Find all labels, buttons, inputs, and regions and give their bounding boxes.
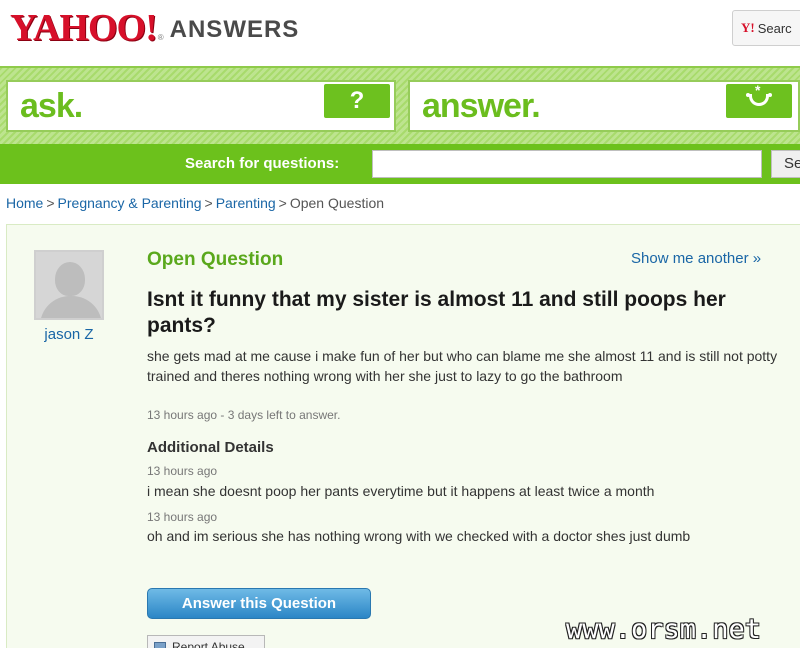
- search-label: Search for questions:: [185, 155, 340, 172]
- asker-name-link[interactable]: jason Z: [34, 326, 104, 343]
- breadcrumb-separator: >: [46, 195, 55, 211]
- avatar-head-silhouette: [55, 262, 85, 296]
- report-abuse-button[interactable]: Report Abuse: [147, 635, 265, 648]
- question-status: Open Question: [147, 249, 284, 270]
- detail-text: i mean she doesnt poop her pants everyti…: [147, 483, 655, 499]
- answers-product-name: ANSWERS: [169, 16, 300, 43]
- flag-icon: [154, 642, 166, 648]
- avatar-body-silhouette: [40, 296, 102, 318]
- answer-label: answer.: [422, 87, 541, 125]
- avatar[interactable]: [34, 250, 104, 320]
- detail-timestamp: 13 hours ago: [147, 510, 218, 524]
- smiley-icon: *: [726, 83, 792, 118]
- search-button[interactable]: Se: [771, 150, 800, 178]
- question-title: Isnt it funny that my sister is almost 1…: [147, 288, 726, 337]
- breadcrumb-pregnancy-parenting[interactable]: Pregnancy & Parenting: [58, 195, 202, 211]
- answer-question-button[interactable]: Answer this Question: [147, 588, 371, 619]
- report-abuse-label: Report Abuse: [172, 640, 245, 648]
- ask-label: ask.: [20, 87, 83, 125]
- detail-timestamp: 13 hours ago: [147, 464, 218, 478]
- yahoo-answers-logo[interactable]: YAHOO! ® ANSWERS: [10, 8, 299, 48]
- detail-text: oh and im serious she has nothing wrong …: [147, 528, 691, 544]
- breadcrumb-home[interactable]: Home: [6, 195, 43, 211]
- breadcrumb-current: Open Question: [289, 195, 385, 211]
- breadcrumb-separator: >: [204, 195, 213, 211]
- additional-details-heading: Additional Details: [147, 439, 274, 456]
- yahoo-logo-text: YAHOO!: [10, 7, 158, 49]
- yahoo-icon: Y!: [741, 20, 755, 35]
- search-input[interactable]: [372, 150, 762, 178]
- breadcrumb-parenting[interactable]: Parenting: [216, 195, 276, 211]
- question-body: she gets mad at me cause i make fun of h…: [147, 348, 778, 384]
- answer-box[interactable]: answer. *: [408, 80, 800, 132]
- breadcrumb-separator: >: [278, 195, 287, 211]
- site-header: YAHOO! ® ANSWERS Y! Searc: [0, 0, 800, 66]
- yahoo-search-label: Searc: [757, 20, 792, 36]
- breadcrumb: Home > Pregnancy & Parenting > Parenting > Ope…: [6, 195, 384, 211]
- yahoo-search-button[interactable]: Y! Searc: [732, 10, 800, 46]
- question-meta: 13 hours ago - 3 days left to answer.: [147, 408, 341, 422]
- question-search-bar: Search for questions: Se: [0, 144, 800, 184]
- question-mark-icon: ?: [324, 84, 390, 118]
- watermark: www.orsm.net: [566, 614, 762, 645]
- show-another-link[interactable]: Show me another »: [631, 250, 761, 267]
- ask-box[interactable]: ask. ?: [6, 80, 396, 132]
- registered-mark: ®: [157, 33, 164, 42]
